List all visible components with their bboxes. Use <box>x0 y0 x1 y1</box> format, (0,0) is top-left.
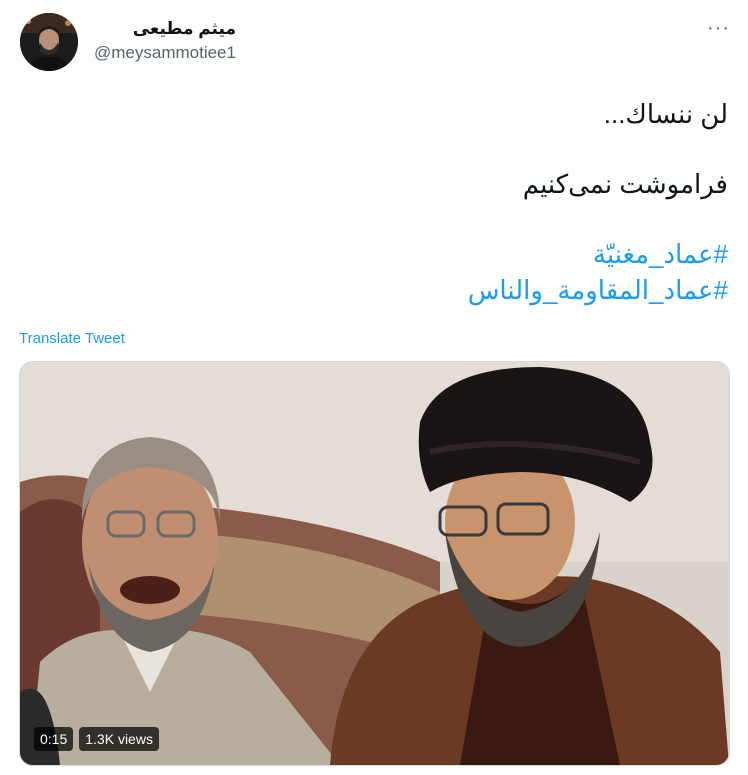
avatar-image <box>20 13 78 71</box>
translate-tweet-link[interactable]: Translate Tweet <box>19 330 125 347</box>
hashtag-link-2[interactable]: #عماد_المقاومة_والناس <box>468 272 728 308</box>
hashtag-link-1[interactable]: #عماد_مغنيّة <box>468 236 728 272</box>
user-info: میثم مطیعی @meysammotiee1 <box>94 18 236 64</box>
video-stats: 0:15 1.3K views <box>34 727 159 751</box>
tweet-text: لن ننساك... فراموشت نمی‌کنیم #عماد_مغنيّ… <box>468 96 728 308</box>
tweet-card: میثم مطیعی @meysammotiee1 ··· لن ننساك..… <box>0 0 748 775</box>
video-thumbnail <box>20 362 729 765</box>
display-name[interactable]: میثم مطیعی <box>94 18 236 40</box>
video-views: 1.3K views <box>79 727 159 751</box>
video-duration: 0:15 <box>34 727 74 751</box>
avatar[interactable] <box>20 13 78 71</box>
tweet-line-2: فراموشت نمی‌کنیم <box>522 169 728 199</box>
tweet-line-1: لن ننساك... <box>603 99 728 129</box>
user-handle[interactable]: @meysammotiee1 <box>94 42 236 64</box>
more-options-button[interactable]: ··· <box>707 18 730 38</box>
video-player[interactable]: 0:15 1.3K views <box>19 361 730 766</box>
